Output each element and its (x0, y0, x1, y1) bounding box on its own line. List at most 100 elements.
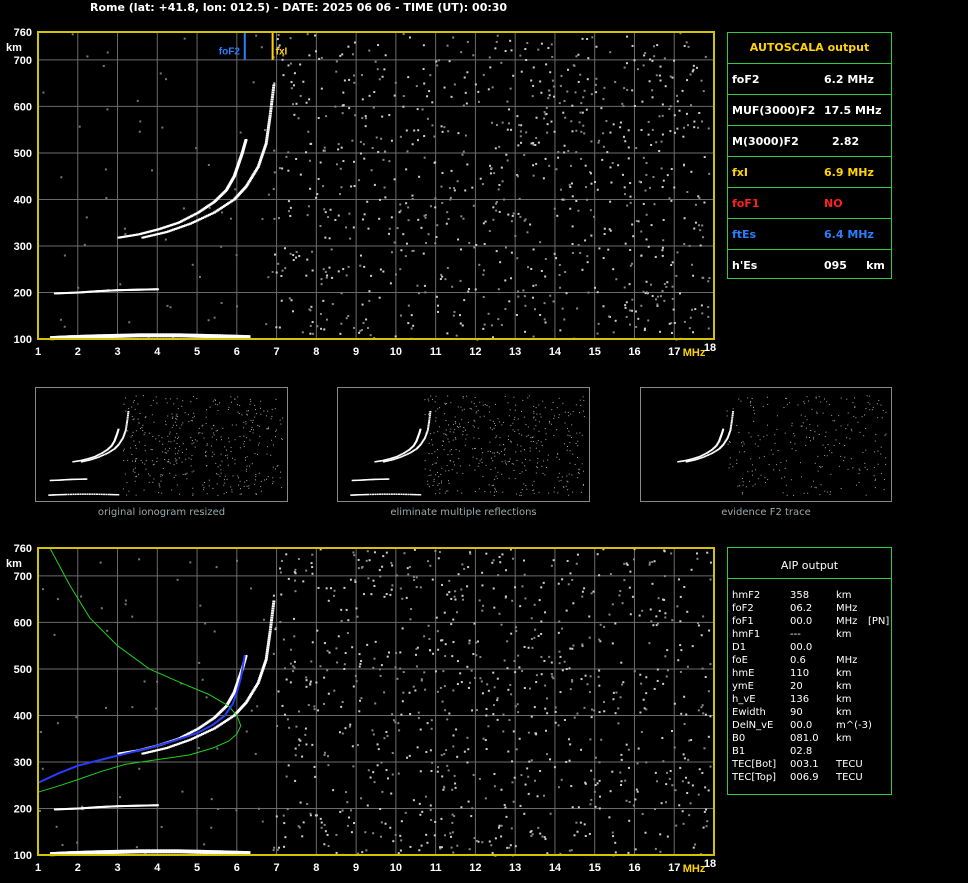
noise-dot (635, 788, 638, 791)
thumb-noise-dot (813, 438, 815, 440)
noise-dot (571, 647, 574, 650)
thumb-noise-dot (235, 424, 237, 426)
thumb-noise-dot (190, 420, 192, 422)
thumb-noise-dot (249, 439, 251, 441)
thumb-noise-dot (171, 489, 173, 491)
thumb-noise-dot (519, 494, 521, 496)
noise-dot (343, 663, 346, 666)
thumb-noise-dot (526, 488, 528, 490)
thumb-noise-dot (164, 448, 166, 450)
noise-dot (540, 655, 543, 658)
thumb-noise-dot (801, 425, 803, 427)
noise-dot (282, 814, 285, 817)
noise-dot (571, 578, 574, 581)
thumb-trace-point (730, 423, 733, 425)
noise-dot (396, 677, 399, 680)
noise-dot (518, 666, 521, 669)
noise-dot (429, 809, 432, 812)
aip-panel: AIP output hmF2 358 km foF2 06.2 MHz foF1 00.0 M… (727, 547, 892, 795)
thumb-trace-point (395, 493, 398, 495)
thumb-noise-dot (275, 398, 277, 400)
thumb-noise-dot (149, 475, 151, 477)
noise-dot (665, 801, 668, 804)
noise-dot (686, 791, 689, 794)
noise-dot (492, 713, 495, 716)
noise-dot (550, 661, 553, 664)
thumb-noise-dot (558, 472, 560, 474)
noise-dot (452, 734, 455, 737)
autoscala-value: 17.5 MHz (824, 104, 882, 117)
autoscala-value: 6.2 MHz (824, 73, 874, 86)
noise-dot (378, 569, 381, 572)
noise-dot (273, 846, 276, 849)
thumb-noise-dot (158, 435, 160, 437)
thumb-noise-dot (753, 409, 755, 411)
thumb-noise-dot (529, 450, 531, 452)
noise-dot (540, 632, 543, 635)
noise-dot (706, 551, 709, 554)
noise-dot (39, 731, 42, 734)
noise-dot (379, 674, 382, 677)
noise-dot (41, 767, 44, 770)
noise-dot (391, 713, 394, 716)
noise-dot (399, 849, 402, 852)
noise-dot (254, 752, 257, 755)
thumb-noise-dot (469, 407, 471, 409)
noise-dot (352, 685, 355, 688)
noise-dot (701, 771, 704, 774)
trace-point-F2_x (266, 644, 270, 647)
noise-dot (523, 645, 526, 648)
thumb-noise-dot (553, 415, 555, 417)
thumb-trace-point (728, 432, 731, 434)
noise-dot (492, 559, 495, 562)
thumb-noise-dot (260, 400, 262, 402)
noise-dot (262, 618, 265, 621)
autoscala-label: ftEs (732, 228, 757, 241)
thumb-noise-dot (772, 453, 774, 455)
noise-dot (614, 851, 617, 854)
noise-dot (506, 667, 509, 670)
noise-dot (553, 766, 556, 769)
noise-dot (475, 839, 478, 842)
thumb-noise-dot (281, 487, 283, 489)
trace-point-F2_x (265, 654, 269, 657)
thumb-noise-dot (874, 451, 876, 453)
noise-dot (280, 559, 283, 562)
noise-dot (469, 552, 472, 555)
noise-dot (311, 566, 314, 569)
noise-dot (327, 845, 330, 848)
thumb-trace-point (85, 478, 88, 480)
thumb-noise-dot (136, 475, 138, 477)
thumb-noise-dot (876, 403, 878, 405)
thumb-noise-dot (522, 399, 524, 401)
noise-dot (687, 781, 690, 784)
thumb-noise-dot (800, 476, 802, 478)
thumb-noise-dot (203, 487, 205, 489)
thumb-noise-dot (228, 406, 230, 408)
thumb-noise-dot (462, 472, 464, 474)
thumb-noise-dot (776, 464, 778, 466)
noise-dot (349, 723, 352, 726)
thumb-noise-dot (737, 485, 739, 487)
noise-dot (210, 798, 213, 801)
noise-dot (354, 674, 357, 677)
thumb-noise-dot (786, 494, 788, 496)
noise-dot (390, 561, 393, 564)
x-tick-label: 3 (114, 862, 120, 874)
noise-dot (294, 747, 297, 750)
noise-dot (644, 831, 647, 834)
noise-dot (571, 806, 574, 809)
aip-unit: km (836, 707, 852, 718)
thumb-noise-dot (849, 438, 851, 440)
noise-dot (292, 670, 295, 673)
thumb-noise-dot (533, 410, 535, 412)
thumb-noise-dot (482, 476, 484, 478)
noise-dot (443, 685, 446, 688)
noise-dot (612, 835, 615, 838)
thumb-noise-dot (531, 484, 533, 486)
noise-dot (570, 785, 573, 788)
thumb-noise-dot (558, 414, 560, 416)
thumb-trace-point (125, 423, 128, 425)
thumb-noise-dot (805, 427, 807, 429)
thumb-noise-dot (785, 398, 787, 400)
